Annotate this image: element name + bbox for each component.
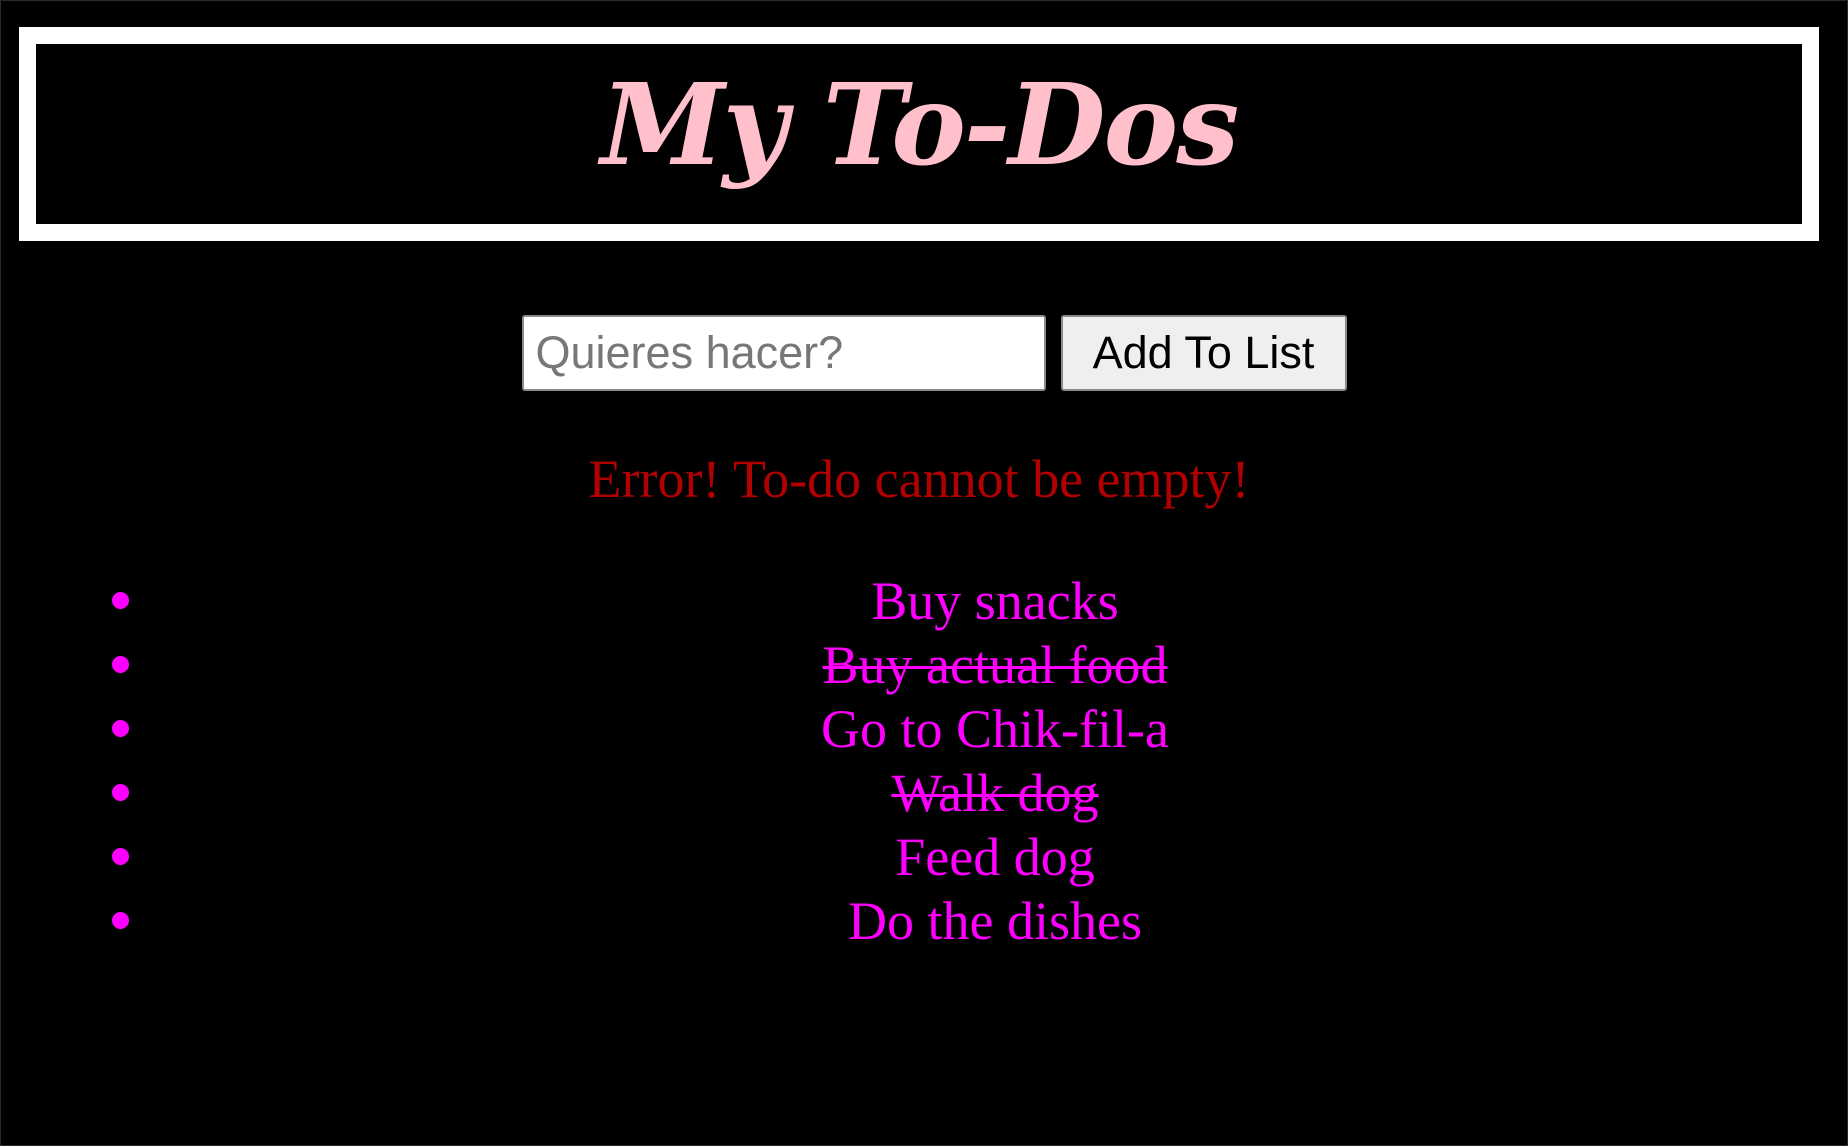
todo-item[interactable]: Do the dishes bbox=[1, 889, 1848, 953]
bullet-icon bbox=[112, 592, 129, 609]
todo-item-text[interactable]: Buy actual food bbox=[141, 633, 1848, 697]
todo-item-text[interactable]: Do the dishes bbox=[141, 889, 1848, 953]
todo-item[interactable]: Feed dog bbox=[1, 825, 1848, 889]
bullet-icon bbox=[112, 656, 129, 673]
todo-item-text[interactable]: Go to Chik-fil-a bbox=[141, 697, 1848, 761]
todo-item-text[interactable]: Feed dog bbox=[141, 825, 1848, 889]
todo-item[interactable]: Buy snacks bbox=[1, 569, 1848, 633]
todo-item[interactable]: Walk dog bbox=[1, 761, 1848, 825]
add-to-list-button[interactable]: Add To List bbox=[1060, 315, 1347, 391]
todo-app: My To-Dos Add To List Error! To-do canno… bbox=[0, 0, 1848, 1146]
todo-list: Buy snacks Buy actual food Go to Chik-fi… bbox=[1, 569, 1848, 953]
bullet-icon bbox=[112, 912, 129, 929]
page-title: My To-Dos bbox=[600, 60, 1240, 191]
todo-item[interactable]: Go to Chik-fil-a bbox=[1, 697, 1848, 761]
bullet-icon bbox=[112, 720, 129, 737]
todo-item-text[interactable]: Buy snacks bbox=[141, 569, 1848, 633]
add-todo-form: Add To List bbox=[1, 315, 1848, 391]
todo-input[interactable] bbox=[521, 315, 1046, 391]
todo-item-text[interactable]: Walk dog bbox=[141, 761, 1848, 825]
header-banner: My To-Dos bbox=[19, 27, 1819, 241]
todo-item[interactable]: Buy actual food bbox=[1, 633, 1848, 697]
error-message: Error! To-do cannot be empty! bbox=[588, 449, 1250, 509]
bullet-icon bbox=[112, 848, 129, 865]
bullet-icon bbox=[112, 784, 129, 801]
